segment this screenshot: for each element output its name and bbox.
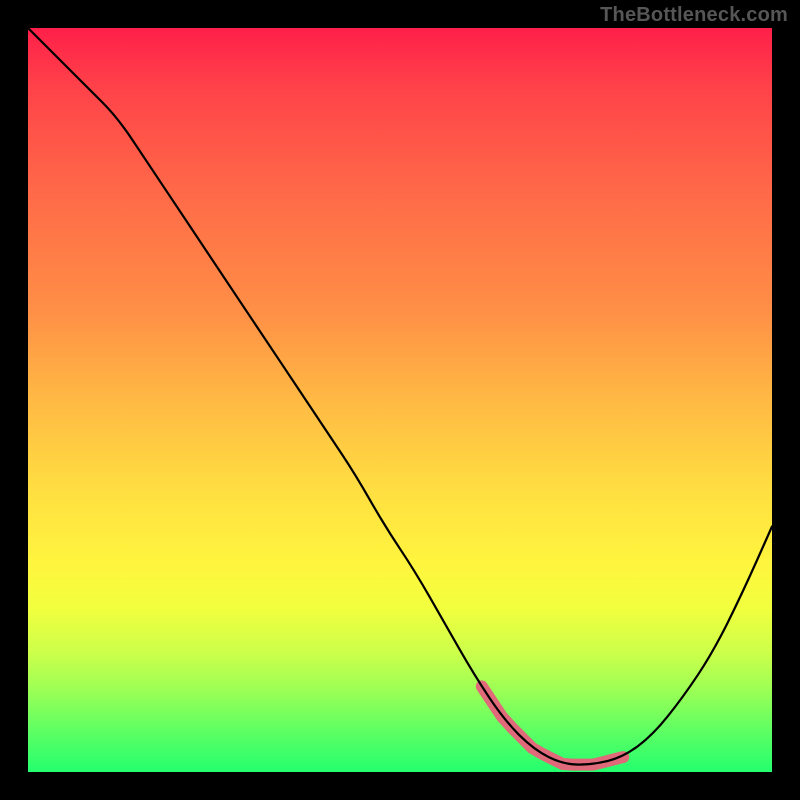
chart-frame: TheBottleneck.com [0,0,800,800]
bottleneck-curve [28,28,772,765]
highlight-band [482,686,623,764]
plot-svg [28,28,772,772]
plot-gradient-area [28,28,772,772]
attribution-label: TheBottleneck.com [600,4,788,27]
